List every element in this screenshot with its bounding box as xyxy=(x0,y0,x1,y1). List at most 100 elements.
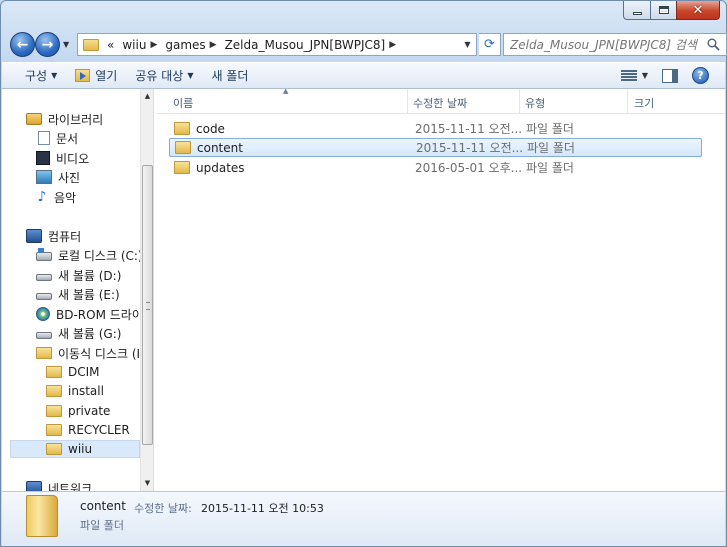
folder-icon xyxy=(46,366,62,378)
breadcrumb-zelda[interactable]: Zelda_Musou_JPN[BWPJC8] ▶ xyxy=(221,38,401,52)
file-list-pane: ▲ 이름 수정한 날짜 유형 크기 code 2015-11-11 오전... … xyxy=(157,87,725,491)
file-row-updates[interactable]: updates 2016-05-01 오후... 파일 폴더 xyxy=(169,158,702,177)
tree-item-network[interactable]: 네트워크 xyxy=(26,479,92,491)
network-icon xyxy=(26,481,42,491)
command-bar: 구성 ▼ 열기 공유 대상 ▼ 새 폴더 ▼ ? xyxy=(2,62,725,89)
sort-ascending-icon: ▲ xyxy=(283,87,289,95)
search-box[interactable] xyxy=(503,33,727,56)
folder-icon xyxy=(83,38,99,51)
recent-pages-dropdown[interactable]: ▼ xyxy=(63,40,73,50)
tree-item-computer[interactable]: 컴퓨터 xyxy=(26,227,81,245)
folder-icon xyxy=(36,347,52,359)
address-bar[interactable]: « wiiu ▶ games ▶ Zelda_Musou_JPN[BWPJC8] ▶ … xyxy=(77,33,477,56)
folder-icon xyxy=(175,141,191,154)
search-input[interactable] xyxy=(510,37,700,52)
column-divider[interactable] xyxy=(627,89,628,113)
tree-item-music[interactable]: ♪ 음악 xyxy=(36,188,77,206)
navigation-bar: ← → ▼ « wiiu ▶ games ▶ Zelda_Musou_JPN[BWP… xyxy=(9,32,727,58)
close-button[interactable]: ✕ xyxy=(676,1,720,20)
folder-icon xyxy=(46,424,62,436)
forward-arrow-icon: → xyxy=(41,36,54,53)
computer-icon xyxy=(26,229,42,243)
breadcrumb-wiiu[interactable]: wiiu ▶ xyxy=(118,38,161,52)
scroll-down-arrow-icon[interactable]: ▼ xyxy=(141,476,153,491)
open-icon xyxy=(75,69,91,82)
tree-item-volume-g[interactable]: 새 볼륨 (G:) xyxy=(36,324,121,342)
tree-item-private[interactable]: private xyxy=(46,402,110,420)
breadcrumb-games[interactable]: games ▶ xyxy=(161,38,220,52)
details-type: 파일 폴더 xyxy=(80,519,124,532)
minimize-button[interactable] xyxy=(623,1,650,20)
drive-icon xyxy=(36,293,52,300)
back-button[interactable]: ← xyxy=(10,32,35,57)
scroll-up-arrow-icon[interactable]: ▲ xyxy=(141,89,153,104)
details-name: content xyxy=(80,499,126,513)
tree-item-volume-e[interactable]: 새 볼륨 (E:) xyxy=(36,285,120,303)
tree-item-videos[interactable]: 비디오 xyxy=(36,149,89,167)
details-modified-value: 2015-11-11 오전 10:53 xyxy=(201,502,324,515)
tree-item-volume-d[interactable]: 새 볼륨 (D:) xyxy=(36,266,121,284)
forward-button[interactable]: → xyxy=(35,32,60,57)
organize-button[interactable]: 구성 ▼ xyxy=(16,65,66,87)
address-dropdown[interactable]: ▼ xyxy=(459,40,476,49)
tree-item-libraries[interactable]: 라이브러리 xyxy=(26,110,103,128)
tree-item-wiiu[interactable]: wiiu xyxy=(10,440,140,458)
explorer-body: 라이브러리 문서 비디오 사진 ♪ 음악 컴퓨터 로컬 디스크 (C:) 새 볼륨… xyxy=(2,87,725,491)
chevron-down-icon: ▼ xyxy=(641,71,648,80)
chevron-down-icon: ▼ xyxy=(51,71,58,80)
drive-icon xyxy=(36,332,52,339)
chevron-right-icon[interactable]: ▶ xyxy=(210,40,217,50)
back-arrow-icon: ← xyxy=(16,36,29,53)
tree-item-dcim[interactable]: DCIM xyxy=(46,363,100,381)
disc-drive-icon xyxy=(36,307,50,321)
tree-item-local-disk-c[interactable]: 로컬 디스크 (C:) xyxy=(36,246,143,264)
column-divider[interactable] xyxy=(407,89,408,113)
share-button[interactable]: 공유 대상 ▼ xyxy=(126,65,202,87)
column-divider[interactable] xyxy=(519,89,520,113)
tree-item-removable-disk[interactable]: 이동식 디스크 (I: xyxy=(36,344,144,362)
breadcrumb-overflow[interactable]: « xyxy=(103,38,118,52)
preview-pane-icon[interactable] xyxy=(662,68,678,83)
tree-item-install[interactable]: install xyxy=(46,382,104,400)
tree-item-documents[interactable]: 문서 xyxy=(36,129,78,147)
maximize-button[interactable] xyxy=(650,1,676,20)
maximize-icon xyxy=(658,6,669,14)
column-name[interactable]: 이름 xyxy=(173,95,193,111)
scrollbar-thumb[interactable] xyxy=(142,165,153,445)
column-headers: ▲ 이름 수정한 날짜 유형 크기 xyxy=(157,87,725,114)
open-button[interactable]: 열기 xyxy=(66,65,126,87)
grip-icon xyxy=(146,302,150,310)
new-folder-button[interactable]: 새 폴더 xyxy=(202,65,257,87)
folder-icon xyxy=(174,161,190,174)
tree-item-recycler[interactable]: RECYCLER xyxy=(46,421,130,439)
tree-item-bd-rom[interactable]: BD-ROM 드라이 xyxy=(36,305,143,323)
drive-icon xyxy=(36,274,52,281)
chevron-right-icon[interactable]: ▶ xyxy=(389,40,396,50)
navigation-scrollbar[interactable]: ▲ ▼ xyxy=(140,89,153,491)
chevron-right-icon[interactable]: ▶ xyxy=(150,40,157,50)
column-size[interactable]: 크기 xyxy=(634,95,654,111)
caption-buttons: ✕ xyxy=(623,1,720,20)
navigation-pane: 라이브러리 문서 비디오 사진 ♪ 음악 컴퓨터 로컬 디스크 (C:) 새 볼륨… xyxy=(2,89,154,491)
file-row-code[interactable]: code 2015-11-11 오전... 파일 폴더 xyxy=(169,119,702,138)
system-drive-icon xyxy=(36,248,52,261)
music-icon: ♪ xyxy=(37,189,47,205)
column-modified[interactable]: 수정한 날짜 xyxy=(413,95,467,111)
folder-icon xyxy=(46,405,62,417)
minimize-icon xyxy=(632,11,642,15)
picture-icon xyxy=(36,170,52,184)
file-row-content[interactable]: content 2015-11-11 오전... 파일 폴더 xyxy=(169,138,702,157)
details-modified-label: 수정한 날짜: xyxy=(134,502,192,515)
explorer-window: ✕ ← → ▼ « wiiu ▶ games ▶ Zelda_Musou_JPN[B… xyxy=(0,0,727,547)
details-pane: content 수정한 날짜: 2015-11-11 오전 10:53 파일 폴… xyxy=(2,491,725,546)
tree-item-pictures[interactable]: 사진 xyxy=(36,168,80,186)
column-type[interactable]: 유형 xyxy=(525,95,545,111)
video-icon xyxy=(36,151,50,165)
library-icon xyxy=(26,113,42,125)
views-button[interactable]: ▼ xyxy=(620,69,648,82)
help-icon[interactable]: ? xyxy=(692,67,709,84)
list-view-icon xyxy=(620,69,637,82)
folder-icon xyxy=(26,495,58,537)
folder-icon xyxy=(46,385,62,397)
refresh-button[interactable]: ⟳ xyxy=(479,33,501,56)
